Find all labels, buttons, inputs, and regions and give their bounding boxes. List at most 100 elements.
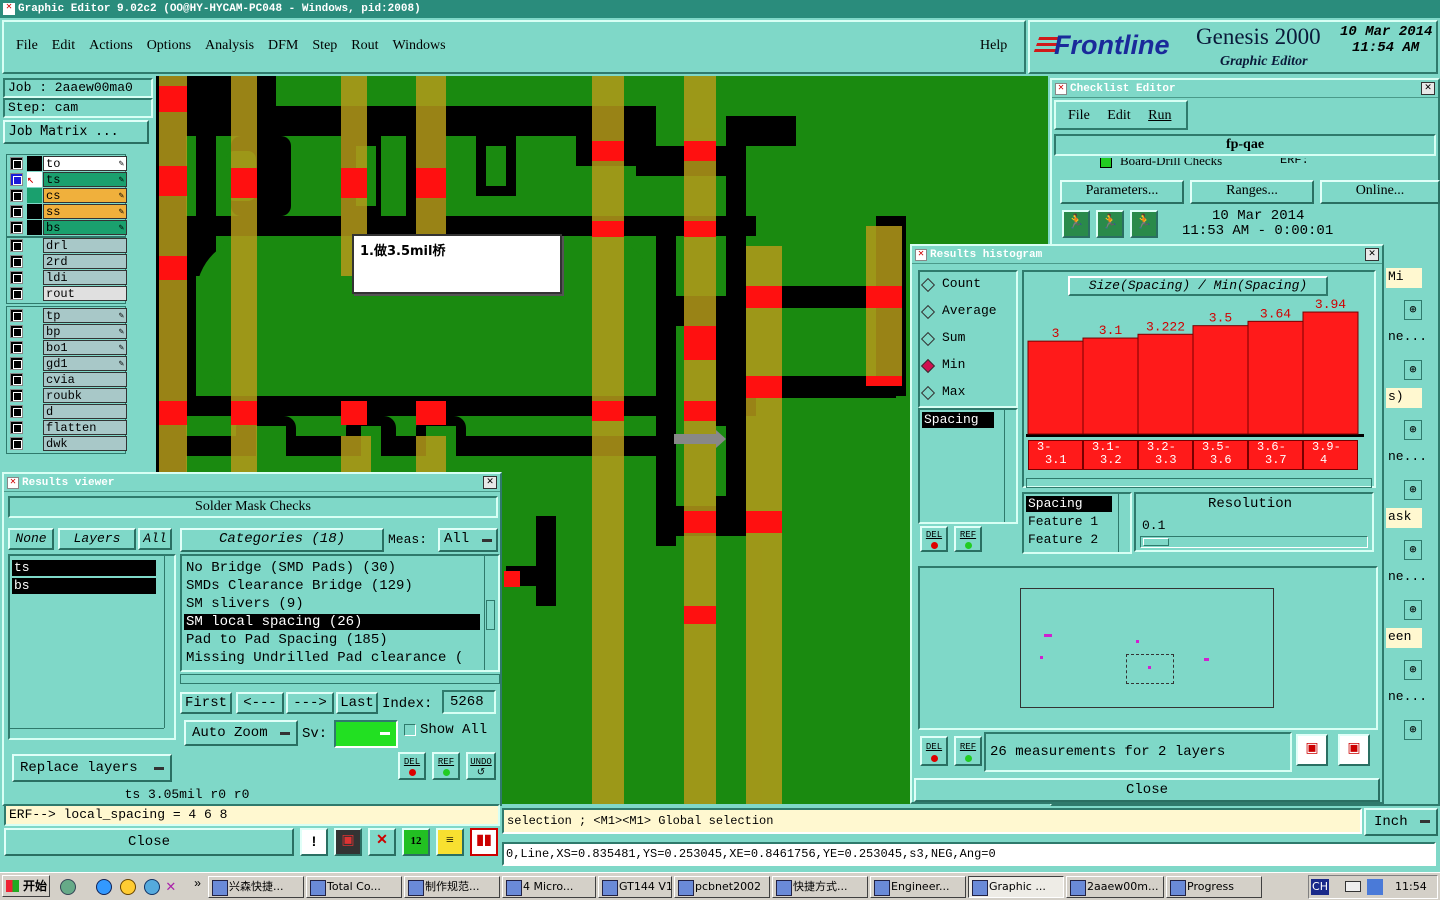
add-icon[interactable]: ⊕ bbox=[1404, 660, 1422, 680]
category-item[interactable]: Missing Undrilled Pad clearance ( bbox=[184, 650, 480, 666]
layer-name[interactable]: cvia bbox=[43, 372, 127, 387]
add-icon[interactable]: ⊕ bbox=[1404, 600, 1422, 620]
category-item[interactable]: Pad to Pad Spacing (185) bbox=[184, 632, 480, 648]
zoom-results-icon[interactable]: ▣ bbox=[1338, 734, 1370, 766]
attr-list[interactable]: Spacing Feature 1 Feature 2 bbox=[1022, 492, 1132, 554]
taskbar-item[interactable]: Engineer... bbox=[870, 876, 966, 898]
results-close-button[interactable]: Close bbox=[4, 828, 294, 856]
taskbar-item[interactable]: 4 Micro... bbox=[502, 876, 596, 898]
export-icon[interactable]: ▣ bbox=[1296, 734, 1328, 766]
layer-row-bo1[interactable]: bo1 ✎ bbox=[10, 340, 128, 355]
layer-row-bp[interactable]: bp ✎ bbox=[10, 324, 128, 339]
layer-row-rout[interactable]: rout bbox=[10, 286, 128, 301]
layer-name[interactable]: dwk bbox=[43, 436, 127, 451]
add-icon[interactable]: ⊕ bbox=[1404, 540, 1422, 560]
clock-app-icon[interactable] bbox=[120, 879, 136, 895]
resolution-slider[interactable] bbox=[1140, 536, 1368, 548]
menu-edit[interactable]: Edit bbox=[52, 38, 75, 53]
add-icon[interactable]: ⊕ bbox=[1404, 480, 1422, 500]
last-button[interactable]: Last bbox=[336, 692, 378, 714]
histogram-hscrollbar[interactable] bbox=[1026, 478, 1372, 488]
layer-checkbox[interactable] bbox=[10, 309, 23, 322]
erf-cross-icon[interactable]: ✕ bbox=[368, 828, 396, 856]
layer-checkbox[interactable] bbox=[10, 173, 23, 186]
layer-name[interactable]: gd1 ✎ bbox=[43, 356, 127, 371]
layer-row-ss[interactable]: ss ✎ bbox=[10, 204, 128, 219]
layer-swatch[interactable] bbox=[27, 372, 42, 387]
checklist-menu-edit[interactable]: Edit bbox=[1107, 108, 1130, 123]
layer-name[interactable]: to ✎ bbox=[43, 156, 127, 171]
layer-name[interactable]: 2rd bbox=[43, 254, 127, 269]
browser-icon[interactable] bbox=[144, 879, 160, 895]
first-button[interactable]: First bbox=[180, 692, 232, 714]
histogram-bar[interactable] bbox=[1082, 337, 1139, 435]
layer-swatch[interactable] bbox=[27, 188, 42, 203]
attr-item[interactable]: Spacing bbox=[1026, 496, 1112, 512]
layer-checkbox[interactable] bbox=[10, 157, 23, 170]
layer-checkbox[interactable] bbox=[10, 341, 23, 354]
layers-button[interactable]: Layers bbox=[58, 528, 136, 550]
layer-checkbox[interactable] bbox=[10, 437, 23, 450]
taskbar-item[interactable]: 兴森快捷... bbox=[208, 876, 304, 898]
layer-row-bs[interactable]: bs ✎ bbox=[10, 220, 128, 235]
layer-checkbox[interactable] bbox=[10, 271, 23, 284]
menu-options[interactable]: Options bbox=[147, 38, 191, 53]
vertical-scrollbar[interactable] bbox=[484, 556, 496, 670]
show-all-checkbox[interactable] bbox=[404, 724, 416, 736]
meas-select[interactable]: All bbox=[438, 528, 498, 552]
layer-row-ldi[interactable]: ldi bbox=[10, 270, 128, 285]
layer-swatch[interactable] bbox=[27, 156, 42, 171]
horizontal-scrollbar[interactable] bbox=[10, 728, 164, 738]
prev-button[interactable]: <--- bbox=[236, 692, 284, 714]
category-item[interactable]: No Bridge (SMD Pads) (30) bbox=[184, 560, 480, 576]
layer-swatch[interactable] bbox=[27, 270, 42, 285]
layer-name[interactable]: bp ✎ bbox=[43, 324, 127, 339]
checklist-menu-run[interactable]: Run bbox=[1148, 108, 1171, 123]
next-button[interactable]: ---> bbox=[286, 692, 334, 714]
taskbar-item[interactable]: Graphic ... bbox=[968, 876, 1064, 898]
scroll-thumb[interactable] bbox=[486, 600, 495, 630]
layer-checkbox[interactable] bbox=[10, 239, 23, 252]
exclaim-icon[interactable]: ! bbox=[300, 828, 328, 856]
users-icon[interactable] bbox=[60, 879, 76, 895]
layer-name[interactable]: tp ✎ bbox=[43, 308, 127, 323]
layer-row-to[interactable]: to ✎ bbox=[10, 156, 128, 171]
layer-row-tp[interactable]: tp ✎ bbox=[10, 308, 128, 323]
layer-row-cs[interactable]: cs ✎ bbox=[10, 188, 128, 203]
hist-ref-button[interactable]: REF bbox=[954, 526, 982, 552]
start-button[interactable]: 开始 bbox=[2, 875, 50, 897]
job-matrix-button[interactable]: Job Matrix ... bbox=[3, 120, 149, 144]
category-hscrollbar[interactable] bbox=[180, 674, 500, 684]
layer-row-roubk[interactable]: roubk bbox=[10, 388, 128, 403]
layer-swatch[interactable] bbox=[27, 254, 42, 269]
menu-step[interactable]: Step bbox=[312, 38, 337, 53]
layer-checkbox[interactable] bbox=[10, 221, 23, 234]
mode-max-radio[interactable]: Max bbox=[928, 384, 965, 399]
menu-rout[interactable]: Rout bbox=[351, 38, 378, 53]
layer-swatch[interactable] bbox=[27, 340, 42, 355]
taskbar-item[interactable]: Progress bbox=[1166, 876, 1262, 898]
histogram-bar[interactable] bbox=[1302, 311, 1359, 435]
layer-swatch[interactable] bbox=[27, 308, 42, 323]
histogram-icon[interactable]: ▮▮ bbox=[470, 828, 498, 856]
report-icon[interactable]: ≡ bbox=[436, 828, 464, 856]
layer-name[interactable]: roubk bbox=[43, 388, 127, 403]
compare-icon[interactable]: 12 bbox=[402, 828, 430, 856]
layer-swatch[interactable] bbox=[27, 404, 42, 419]
result-layer-item[interactable]: bs bbox=[12, 578, 156, 594]
layer-name[interactable]: rout bbox=[43, 286, 127, 301]
layer-row-gd1[interactable]: gd1 ✎ bbox=[10, 356, 128, 371]
close-icon[interactable]: ✕ bbox=[1421, 82, 1435, 95]
layer-checkbox[interactable] bbox=[10, 325, 23, 338]
layer-row-d[interactable]: d bbox=[10, 404, 128, 419]
histogram-close-button[interactable]: Close bbox=[914, 778, 1380, 802]
layer-row-2rd[interactable]: 2rd bbox=[10, 254, 128, 269]
add-icon[interactable]: ⊕ bbox=[1404, 300, 1422, 320]
menu-analysis[interactable]: Analysis bbox=[205, 38, 254, 53]
layer-checkbox[interactable] bbox=[10, 389, 23, 402]
layer-checkbox[interactable] bbox=[10, 255, 23, 268]
layer-swatch[interactable] bbox=[27, 356, 42, 371]
hist-ref-button-2[interactable]: REF bbox=[954, 736, 982, 766]
attr-item[interactable]: Feature 2 bbox=[1026, 532, 1112, 548]
layer-checkbox[interactable] bbox=[10, 205, 23, 218]
